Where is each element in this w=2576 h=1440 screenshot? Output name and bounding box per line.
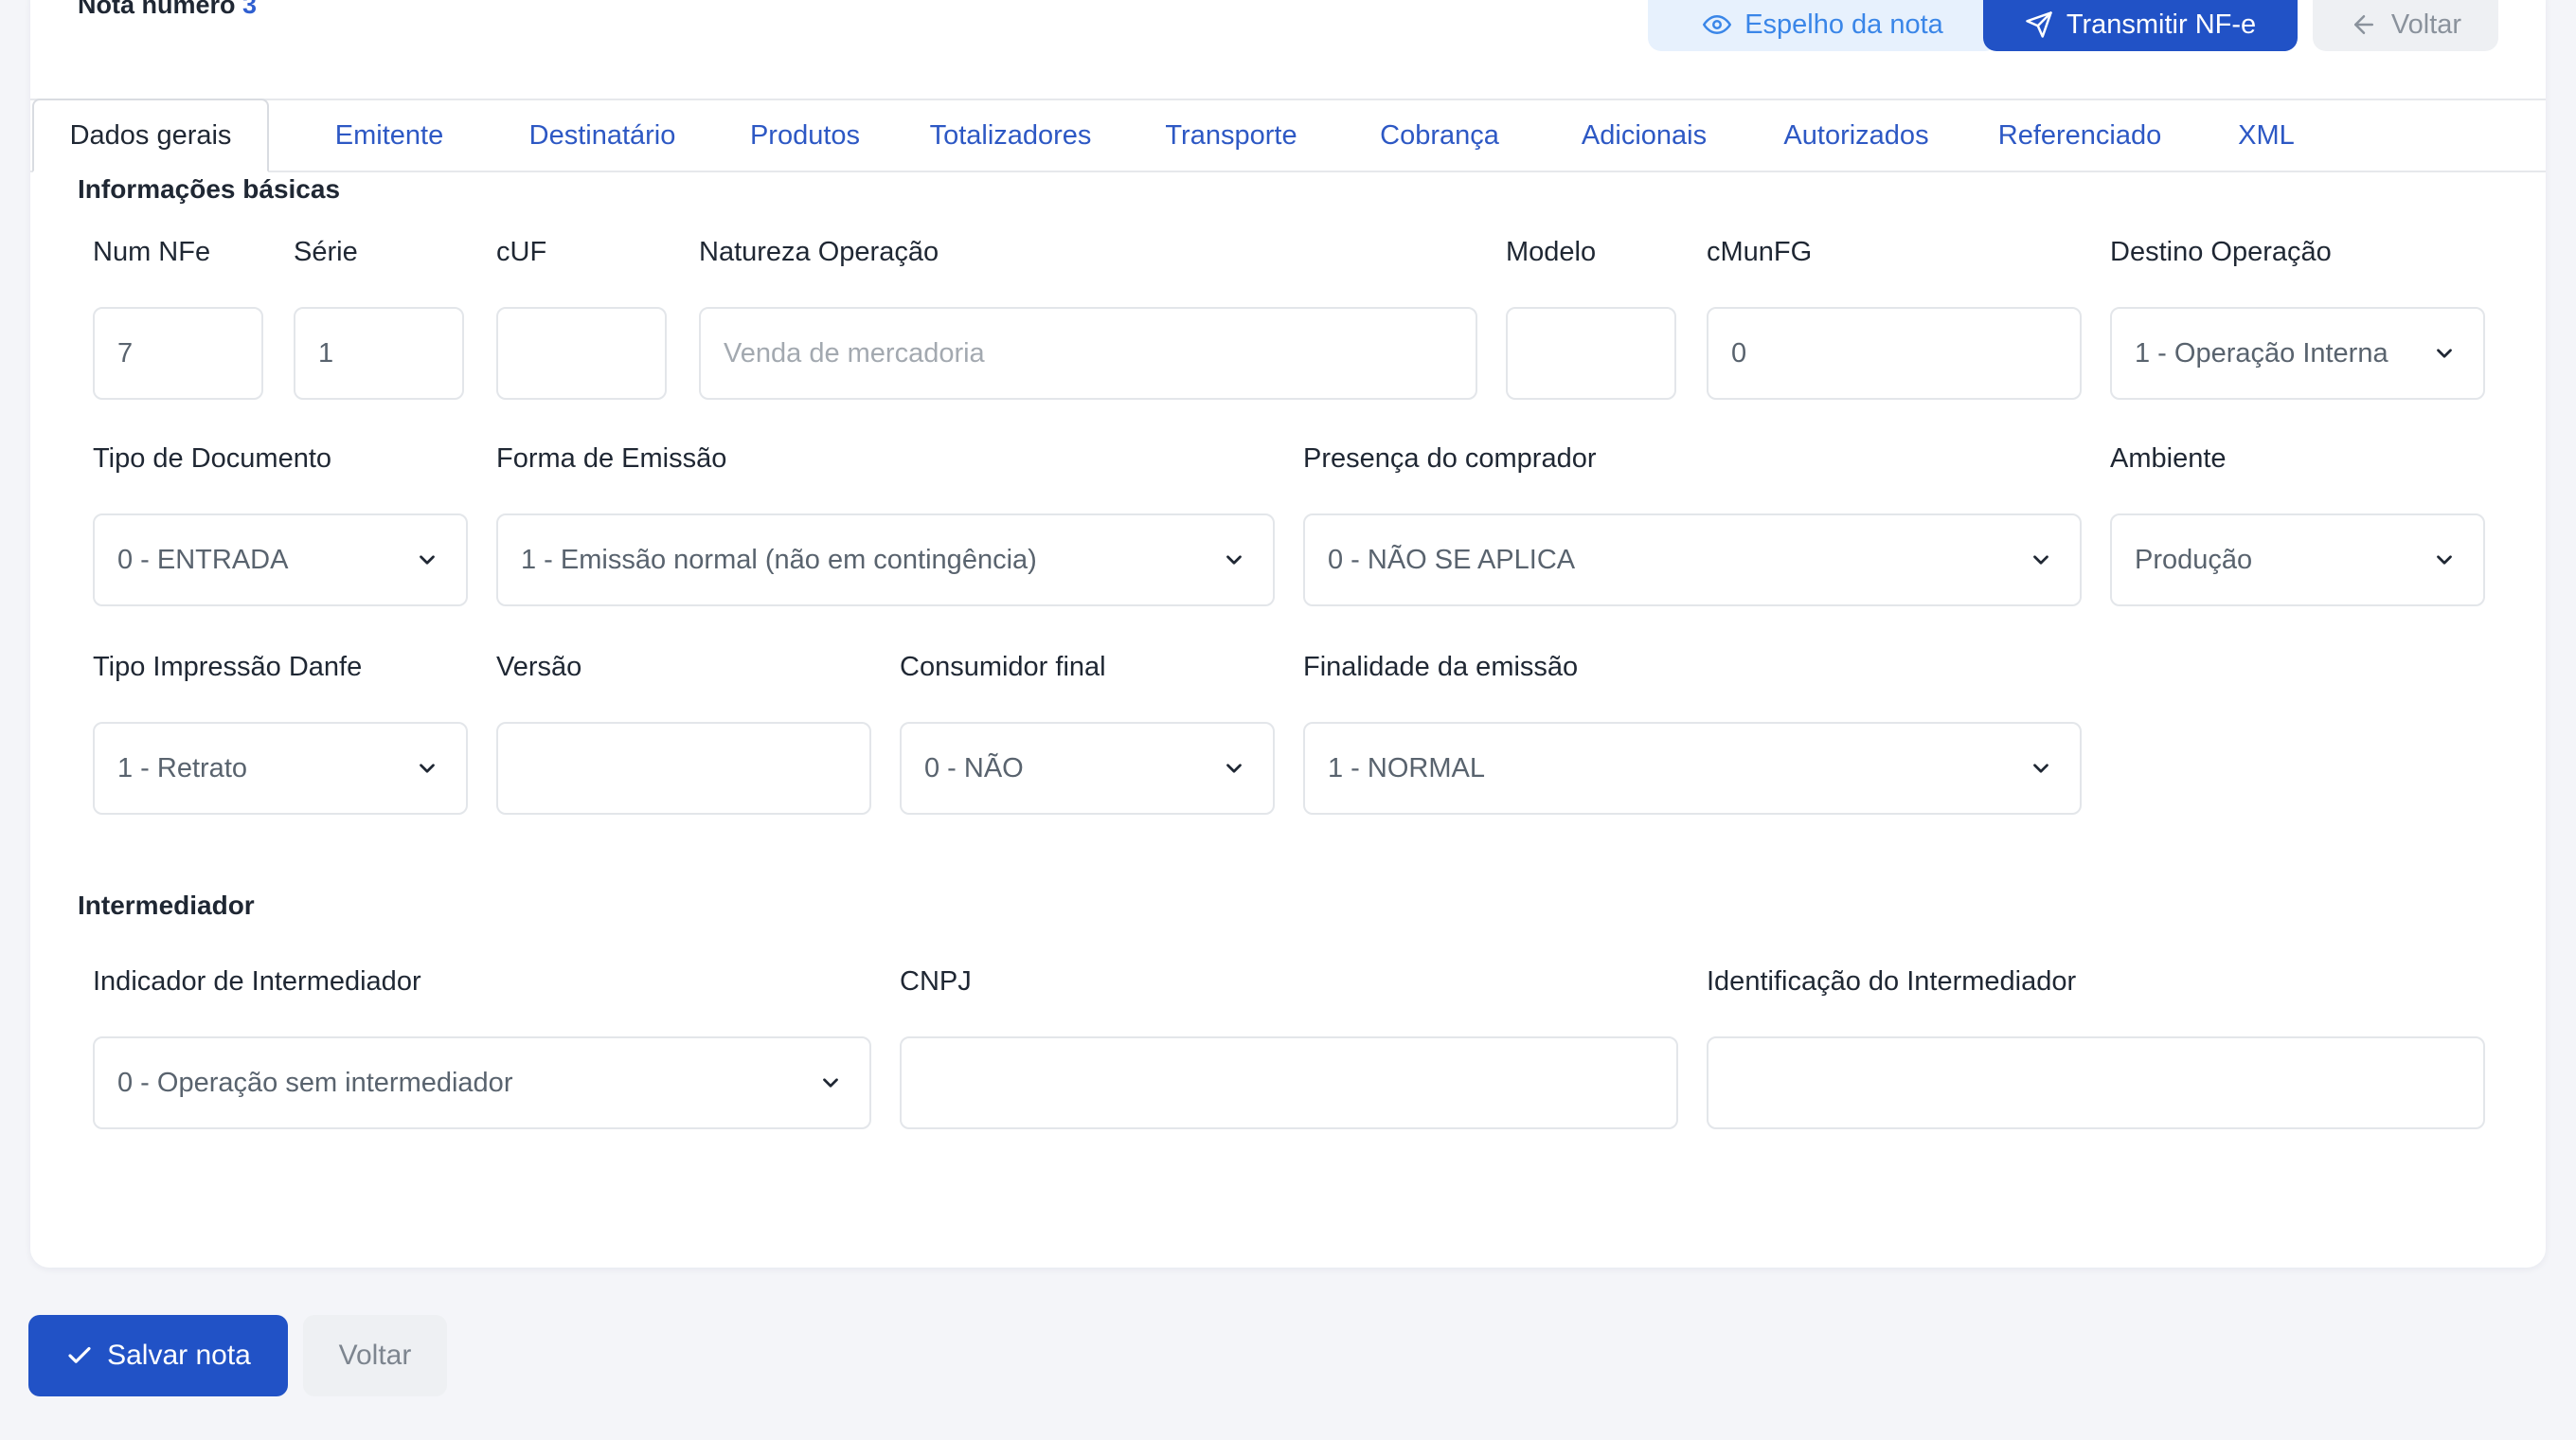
tipo-doc-label: Tipo de Documento xyxy=(93,443,332,474)
cmunfg-label: cMunFG xyxy=(1707,237,1813,267)
mirror-note-button[interactable]: Espelho da nota xyxy=(1648,0,1998,51)
chevron-down-icon xyxy=(1226,764,1242,773)
tab-cobranca[interactable]: Cobrança xyxy=(1326,99,1553,172)
tipo-doc-select[interactable]: 0 - ENTRADA xyxy=(93,513,468,606)
tab-emitente[interactable]: Emitente xyxy=(280,99,498,172)
chevron-down-icon xyxy=(420,555,435,565)
ambiente-value: Produção xyxy=(2135,544,2253,575)
arrow-left-icon xyxy=(2353,15,2373,34)
identificacao-label: Identificação do Intermediador xyxy=(1707,966,2077,997)
forma-emissao-label: Forma de Emissão xyxy=(496,443,727,474)
forma-emissao-select[interactable]: 1 - Emissão normal (não em contingência) xyxy=(496,513,1275,606)
page-title-prefix: Nota número xyxy=(78,0,236,19)
transmit-nfe-label: Transmitir NF-e xyxy=(2066,9,2257,40)
chevron-down-icon xyxy=(2437,349,2452,358)
consumidor-final-label: Consumidor final xyxy=(900,652,1106,682)
indicador-value: 0 - Operação sem intermediador xyxy=(117,1067,513,1098)
footer-back-label: Voltar xyxy=(338,1340,412,1371)
note-number: 3 xyxy=(242,0,258,19)
finalidade-select[interactable]: 1 - NORMAL xyxy=(1303,722,2082,815)
tipo-impressao-value: 1 - Retrato xyxy=(117,752,247,783)
mirror-note-label: Espelho da nota xyxy=(1744,9,1943,40)
ambiente-select[interactable]: Produção xyxy=(2110,513,2485,606)
destino-value: 1 - Operação Interna xyxy=(2135,337,2388,369)
finalidade-label: Finalidade da emissão xyxy=(1303,652,1579,682)
cmunfg-value: 0 xyxy=(1731,337,1747,369)
note-header: Nota número 3 Espelho da nota Transmitir… xyxy=(30,0,2546,99)
presenca-select[interactable]: 0 - NÃO SE APLICA xyxy=(1303,513,2082,606)
header-back-label: Voltar xyxy=(2390,9,2462,40)
eye-icon xyxy=(1703,15,1732,34)
check-icon xyxy=(68,1346,91,1363)
tab-transporte[interactable]: Transporte xyxy=(1118,99,1345,172)
note-form-card: Nota número 3 Espelho da nota Transmitir… xyxy=(30,0,2546,1268)
cnpj-label: CNPJ xyxy=(900,966,972,997)
tab-adicionais[interactable]: Adicionais xyxy=(1529,99,1760,172)
header-back-button[interactable]: Voltar xyxy=(2313,0,2498,51)
footer-back-button[interactable]: Voltar xyxy=(303,1315,447,1396)
ambiente-label: Ambiente xyxy=(2110,443,2227,474)
destino-label: Destino Operação xyxy=(2110,237,2332,267)
page-title: Nota número 3 xyxy=(78,0,257,20)
forma-emissao-value: 1 - Emissão normal (não em contingência) xyxy=(521,544,1037,575)
save-note-button[interactable]: Salvar nota xyxy=(28,1315,288,1396)
tab-totalizadores[interactable]: Totalizadores xyxy=(883,99,1138,172)
send-icon xyxy=(2026,11,2052,38)
cnpj-input[interactable] xyxy=(900,1036,1678,1129)
tab-dados-gerais[interactable]: Dados gerais xyxy=(32,99,269,172)
tab-produtos[interactable]: Produtos xyxy=(699,99,911,172)
num-nfe-value: 7 xyxy=(117,337,134,369)
identificacao-input[interactable] xyxy=(1707,1036,2485,1129)
versao-input[interactable] xyxy=(496,722,871,815)
tab-referenciado[interactable]: Referenciado xyxy=(1953,99,2207,172)
consumidor-final-value: 0 - NÃO xyxy=(924,752,1024,783)
tab-destinatario[interactable]: Destinatário xyxy=(481,99,724,172)
indicador-label: Indicador de Intermediador xyxy=(93,966,421,997)
presenca-value: 0 - NÃO SE APLICA xyxy=(1328,544,1576,575)
natureza-placeholder: Venda de mercadoria xyxy=(724,337,985,369)
tipo-impressao-select[interactable]: 1 - Retrato xyxy=(93,722,468,815)
cuf-input[interactable] xyxy=(496,307,667,400)
tab-autorizados[interactable]: Autorizados xyxy=(1735,99,1977,172)
natureza-label: Natureza Operação xyxy=(699,237,939,267)
tab-xml[interactable]: XML xyxy=(2186,99,2347,172)
chevron-down-icon xyxy=(2033,555,2048,565)
num-nfe-input[interactable]: 7 xyxy=(93,307,263,400)
chevron-down-icon xyxy=(823,1078,838,1088)
chevron-down-icon xyxy=(1226,555,1242,565)
cmunfg-input[interactable]: 0 xyxy=(1707,307,2082,400)
modelo-label: Modelo xyxy=(1506,237,1597,267)
serie-value: 1 xyxy=(318,337,334,369)
cuf-label: cUF xyxy=(496,237,547,267)
tab-bar: Dados gerais Emitente Destinatário Produ… xyxy=(30,99,2546,172)
consumidor-final-select[interactable]: 0 - NÃO xyxy=(900,722,1275,815)
indicador-select[interactable]: 0 - Operação sem intermediador xyxy=(93,1036,871,1129)
section-title-intermediador: Intermediador xyxy=(78,891,255,920)
num-nfe-label: Num NFe xyxy=(93,237,211,267)
chevron-down-icon xyxy=(420,764,435,773)
modelo-input[interactable] xyxy=(1506,307,1676,400)
section-title-basic: Informações básicas xyxy=(78,174,341,204)
tipo-doc-value: 0 - ENTRADA xyxy=(117,544,289,575)
serie-input[interactable]: 1 xyxy=(294,307,464,400)
save-note-label: Salvar nota xyxy=(107,1340,251,1371)
presenca-label: Presença do comprador xyxy=(1303,443,1597,474)
transmit-nfe-button[interactable]: Transmitir NF-e xyxy=(1983,0,2298,51)
natureza-input[interactable]: Venda de mercadoria xyxy=(699,307,1477,400)
destino-select[interactable]: 1 - Operação Interna xyxy=(2110,307,2485,400)
tipo-impressao-label: Tipo Impressão Danfe xyxy=(93,652,363,682)
chevron-down-icon xyxy=(2437,555,2452,565)
finalidade-value: 1 - NORMAL xyxy=(1328,752,1485,783)
serie-label: Série xyxy=(294,237,358,267)
versao-label: Versão xyxy=(496,652,582,682)
chevron-down-icon xyxy=(2033,764,2048,773)
